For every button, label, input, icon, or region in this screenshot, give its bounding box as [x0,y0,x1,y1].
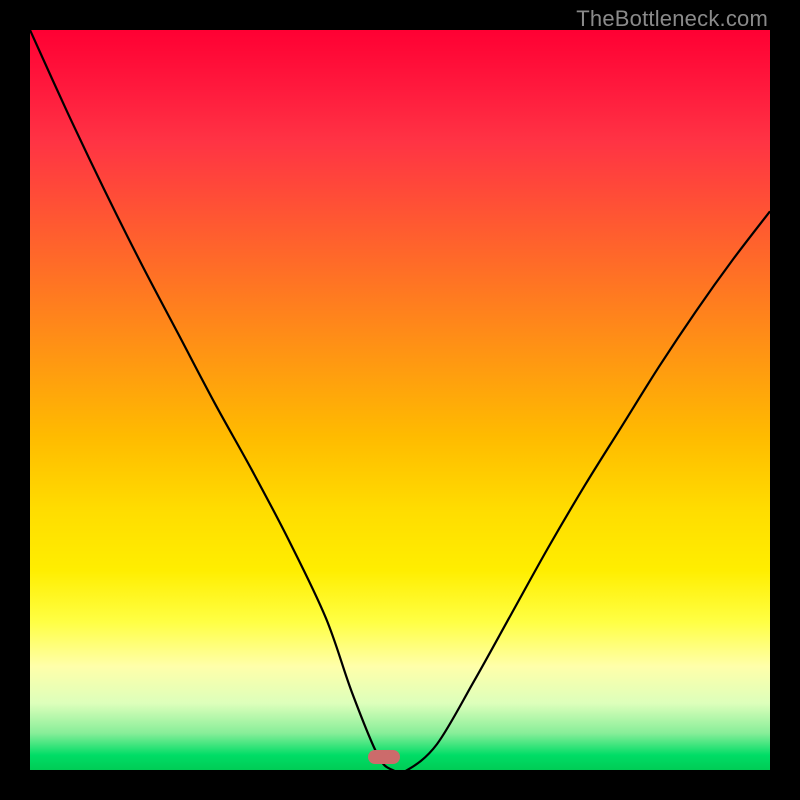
watermark-text: TheBottleneck.com [576,6,768,32]
plot-area [30,30,770,770]
bottleneck-curve [30,30,770,770]
minimum-marker [368,750,400,764]
